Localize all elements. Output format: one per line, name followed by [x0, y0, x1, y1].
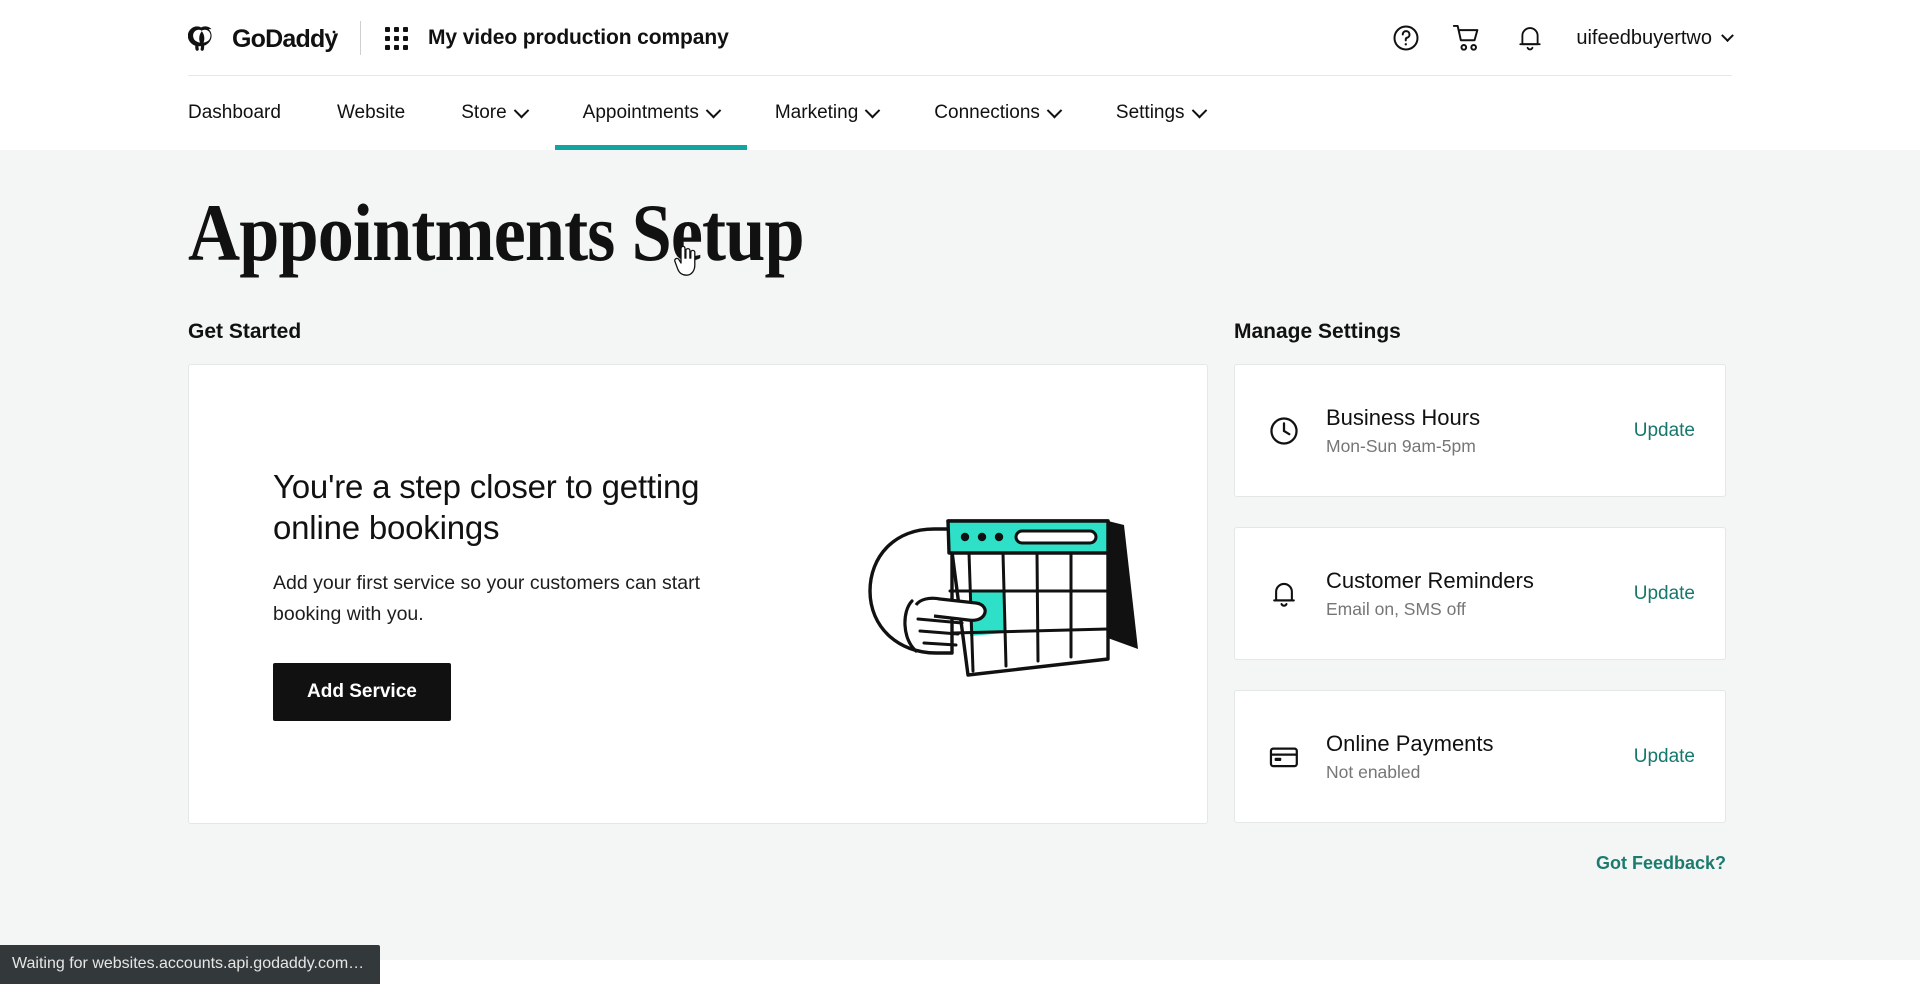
godaddy-logo[interactable]: GoDaddy: [188, 21, 338, 55]
credit-card-icon: [1267, 741, 1301, 773]
nav-label: Connections: [934, 102, 1040, 123]
nav-label: Dashboard: [188, 102, 281, 123]
get-started-text: You're a step closer to getting online b…: [273, 467, 773, 721]
setting-subtitle: Email on, SMS off: [1326, 599, 1466, 620]
nav-item-dashboard[interactable]: Dashboard: [188, 76, 309, 150]
update-link-customer-reminders[interactable]: Update: [1634, 583, 1695, 605]
setting-text: Customer Reminders Email on, SMS off: [1326, 567, 1634, 621]
nav-item-settings[interactable]: Settings: [1088, 76, 1233, 150]
chevron-down-icon: [1191, 102, 1207, 118]
header-brand-group: GoDaddy My video production company: [188, 21, 729, 55]
bell-icon[interactable]: [1514, 22, 1546, 54]
bell-icon: [1267, 578, 1301, 610]
global-header: GoDaddy My video production company uife…: [0, 0, 1920, 76]
nav-item-connections[interactable]: Connections: [906, 76, 1088, 150]
svg-text:GoDaddy: GoDaddy: [232, 25, 338, 53]
manage-settings-heading: Manage Settings: [1234, 320, 1401, 343]
get-started-column: Get Started You're a step closer to gett…: [188, 320, 1208, 824]
nav-label: Marketing: [774, 102, 859, 123]
nav-label: Settings: [1115, 102, 1185, 123]
update-link-online-payments[interactable]: Update: [1634, 746, 1695, 768]
setting-title: Online Payments: [1326, 730, 1494, 756]
get-started-card: You're a step closer to getting online b…: [188, 364, 1208, 824]
app-grid-icon[interactable]: [385, 26, 408, 50]
nav-label: Store: [461, 102, 507, 123]
user-menu[interactable]: uifeedbuyertwo: [1576, 26, 1734, 50]
browser-status-bar: Waiting for websites.accounts.api.godadd…: [0, 945, 381, 984]
nav-item-website[interactable]: Website: [309, 76, 433, 150]
username-label: uifeedbuyertwo: [1576, 26, 1712, 49]
got-feedback-link[interactable]: Got Feedback?: [1234, 853, 1726, 874]
header-actions: uifeedbuyertwo: [1390, 22, 1734, 54]
add-service-button[interactable]: Add Service: [273, 662, 451, 721]
setting-subtitle: Mon-Sun 9am-5pm: [1326, 436, 1476, 457]
help-circle-icon[interactable]: [1390, 22, 1422, 54]
setting-title: Customer Reminders: [1326, 567, 1534, 593]
nav-item-marketing[interactable]: Marketing: [747, 76, 906, 150]
setting-subtitle: Not enabled: [1326, 762, 1421, 783]
company-name: My video production company: [428, 26, 729, 49]
setting-title: Business Hours: [1326, 404, 1481, 430]
setting-card-customer-reminders[interactable]: Customer Reminders Email on, SMS off Upd…: [1234, 527, 1726, 660]
setting-text: Business Hours Mon-Sun 9am-5pm: [1326, 404, 1634, 458]
header-divider: [360, 21, 361, 55]
nav-item-appointments[interactable]: Appointments: [554, 76, 748, 150]
setting-card-business-hours[interactable]: Business Hours Mon-Sun 9am-5pm Update: [1234, 364, 1726, 497]
nav-label: Website: [336, 102, 406, 123]
get-started-body: Add your first service so your customers…: [273, 572, 700, 625]
chevron-down-icon: [513, 102, 529, 118]
setting-card-online-payments[interactable]: Online Payments Not enabled Update: [1234, 690, 1726, 823]
calendar-hand-illustration: [851, 509, 1151, 679]
get-started-heading: Get Started: [188, 320, 302, 343]
page-content: Appointments Setup Get Started You're a …: [0, 150, 1920, 960]
chevron-down-icon: [1721, 28, 1734, 42]
content-columns: Get Started You're a step closer to gett…: [188, 320, 1732, 874]
update-link-business-hours[interactable]: Update: [1634, 420, 1695, 442]
manage-settings-column: Manage Settings Business Hours Mon-Sun 9…: [1234, 320, 1726, 874]
get-started-headline: You're a step closer to getting online b…: [273, 468, 700, 546]
app-page: GoDaddy My video production company uife…: [0, 0, 1920, 984]
chevron-down-icon: [1046, 102, 1063, 118]
chevron-down-icon: [865, 102, 881, 118]
nav-label: Appointments: [582, 102, 699, 123]
chevron-down-icon: [705, 102, 722, 118]
nav-item-store[interactable]: Store: [433, 76, 554, 150]
shopping-cart-icon[interactable]: [1452, 22, 1484, 54]
clock-icon: [1267, 415, 1301, 447]
page-title: Appointments Setup: [188, 187, 805, 278]
setting-text: Online Payments Not enabled: [1326, 730, 1634, 784]
primary-nav: Dashboard Website Store Appointments Mar…: [0, 76, 1920, 150]
